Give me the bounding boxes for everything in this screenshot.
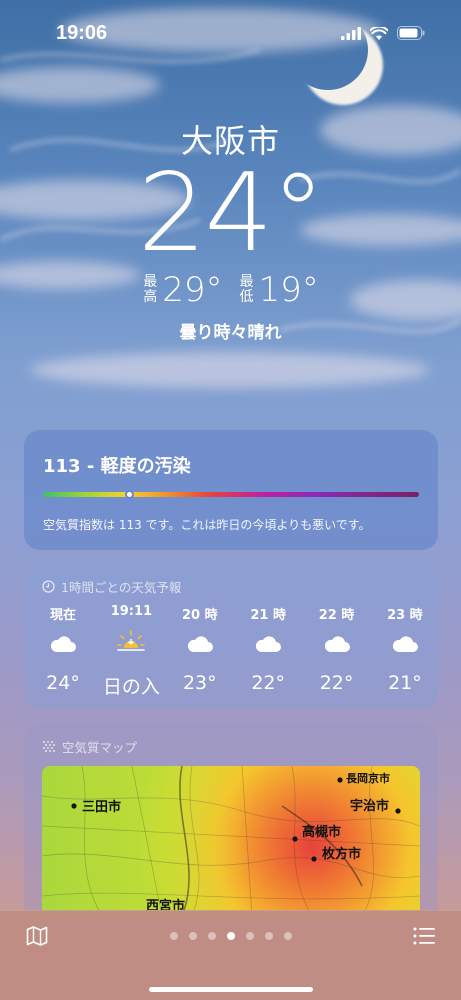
hour-item: 21 時 22° bbox=[235, 604, 301, 699]
sunset-icon bbox=[117, 630, 146, 651]
current-temperature: 24° bbox=[137, 151, 325, 276]
map-place-label: 長岡京市 bbox=[346, 771, 390, 785]
clock-icon bbox=[42, 580, 55, 593]
map-place-label: 枚方市 bbox=[322, 846, 361, 862]
page-dot[interactable] bbox=[207, 932, 216, 940]
aqi-title: 113 - 軽度の汚染 bbox=[43, 456, 191, 477]
map-place-label: 三田市 bbox=[82, 799, 121, 815]
page-dot[interactable] bbox=[264, 932, 273, 940]
hourly-heading: 1時間ごとの天気予報 bbox=[61, 580, 182, 595]
page-dot[interactable] bbox=[245, 932, 254, 940]
low-label: 最低 bbox=[239, 274, 254, 305]
home-indicator[interactable] bbox=[149, 987, 313, 992]
hour-time: 現在 bbox=[49, 608, 76, 623]
cloud-icon bbox=[256, 636, 282, 652]
aqi-description: 空気質指数は 113 です。これは昨日の今頃よりも悪いです。 bbox=[43, 518, 371, 532]
status-bar: 19:06 bbox=[0, 0, 461, 62]
hour-item: 19:11 日の入 bbox=[98, 604, 164, 699]
battery-icon bbox=[397, 26, 425, 40]
weather-condition: 曇り時々晴れ bbox=[179, 323, 282, 343]
hour-temp: 21° bbox=[388, 672, 422, 694]
bottom-toolbar bbox=[0, 910, 461, 1000]
hour-item: 現在 24° bbox=[30, 604, 96, 699]
map-heading: 空気質マップ bbox=[62, 740, 138, 755]
aqi-indicator bbox=[124, 490, 134, 499]
hour-time: 22 時 bbox=[318, 608, 355, 623]
page-dot[interactable] bbox=[283, 932, 292, 940]
status-time: 19:06 bbox=[56, 22, 108, 44]
list-icon[interactable] bbox=[413, 926, 435, 946]
hour-time: 21 時 bbox=[250, 608, 286, 623]
low-temperature: 19° bbox=[258, 270, 319, 310]
cloud-icon bbox=[392, 636, 418, 652]
air-quality-card[interactable]: 113 - 軽度の汚染 空気質指数は 113 です。これは昨日の今頃よりも悪いで… bbox=[24, 430, 438, 550]
hour-item: 20 時 23° bbox=[167, 604, 233, 699]
hour-temp: 22° bbox=[319, 672, 354, 694]
moon-icon bbox=[303, 25, 383, 105]
map-place-label: 宇治市 bbox=[350, 798, 389, 814]
hour-time: 20 時 bbox=[181, 608, 218, 623]
cloud-icon bbox=[324, 636, 350, 652]
high-low: 最高 29° 最低 19° bbox=[0, 270, 461, 310]
hour-temp: 日の入 bbox=[102, 676, 160, 698]
hourly-header: 1時間ごとの天気予報 bbox=[42, 577, 181, 596]
page-dot[interactable] bbox=[226, 932, 235, 940]
hour-temp: 23° bbox=[182, 672, 217, 694]
high-temperature: 29° bbox=[162, 270, 223, 310]
page-dot[interactable] bbox=[188, 932, 197, 940]
high-label: 最高 bbox=[143, 274, 158, 305]
aqi-scale-bar bbox=[43, 492, 419, 497]
hour-time: 19:11 bbox=[110, 604, 153, 619]
map-header: 空気質マップ bbox=[42, 737, 137, 756]
page-dot[interactable] bbox=[169, 932, 178, 940]
hour-temp: 22° bbox=[251, 672, 286, 694]
hourly-forecast-card[interactable]: 1時間ごとの天気予報 現在 24° 19:11 日の入 20 時 23° 21 … bbox=[24, 564, 438, 710]
air-quality-map[interactable]: 三田市 長岡京市 宇治市 高槻市 枚方市 西宮市 bbox=[42, 766, 420, 916]
hour-temp: 24° bbox=[46, 672, 80, 694]
cloud-icon bbox=[187, 636, 213, 652]
hour-time: 23 時 bbox=[387, 608, 423, 623]
air-dots-icon bbox=[43, 740, 55, 752]
hour-item: 22 時 22° bbox=[304, 604, 370, 699]
air-quality-map-card[interactable]: 空気質マップ 三田市 長岡京市 宇治市 高槻市 枚方市 西宮市 bbox=[24, 724, 438, 924]
hour-item: 23 時 21° bbox=[372, 604, 438, 699]
map-canvas: 三田市 長岡京市 宇治市 高槻市 枚方市 西宮市 bbox=[42, 766, 420, 916]
cloud-icon bbox=[50, 636, 76, 652]
hourly-list: 現在 24° 19:11 日の入 20 時 23° 21 時 22° 22 時 … bbox=[30, 604, 438, 699]
page-indicator[interactable] bbox=[0, 932, 461, 940]
map-place-label: 高槻市 bbox=[302, 824, 341, 840]
